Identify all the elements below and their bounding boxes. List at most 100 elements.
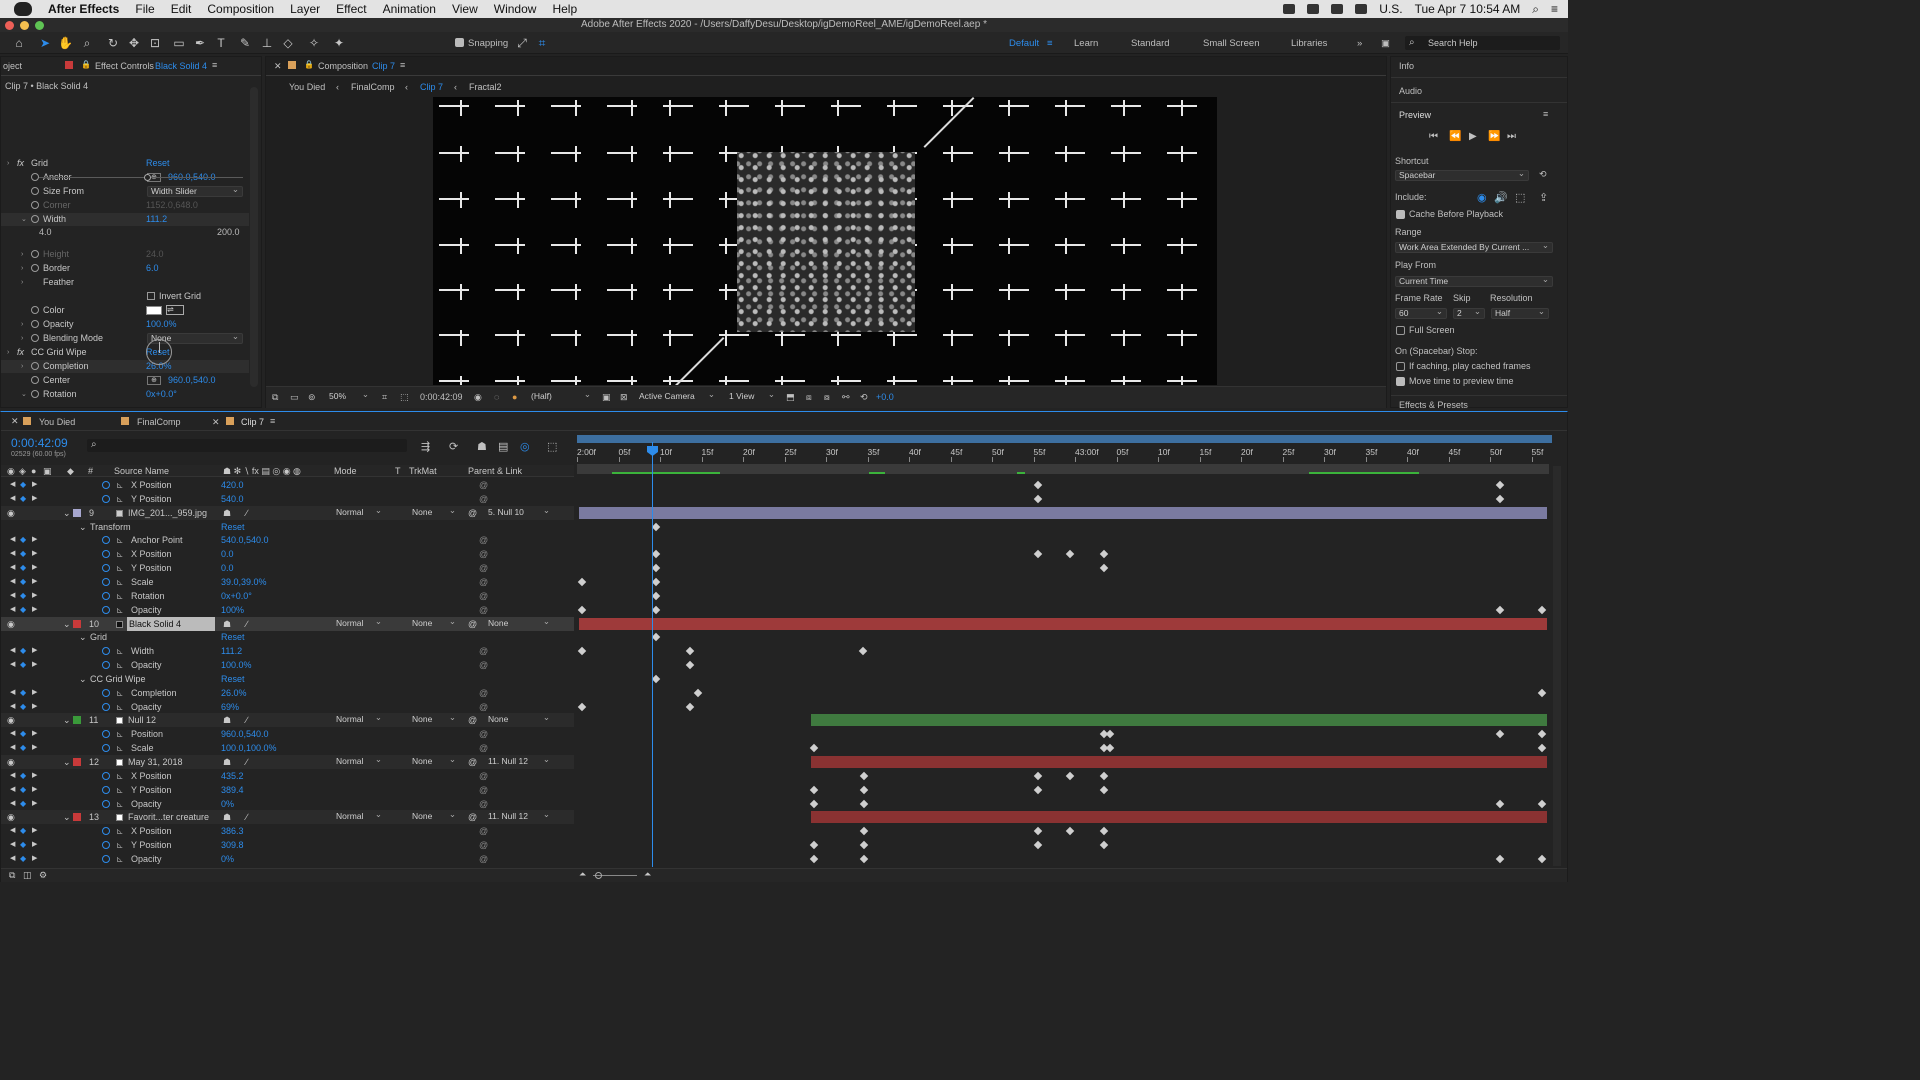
disclosure-triangle-icon[interactable]: › (7, 346, 9, 359)
eraser-tool-icon[interactable]: ◇ (281, 36, 295, 50)
label-color-swatch[interactable] (73, 508, 81, 517)
expression-pickwhip-icon[interactable]: @ (479, 700, 488, 714)
keyframe[interactable] (577, 702, 587, 711)
search-icon[interactable]: ⌕ (1532, 2, 1539, 17)
property-row[interactable]: ◀ ◆ ▶ ⊾ Scale 100.0,100.0% @ (1, 741, 574, 755)
keyframe-toggle-icon[interactable]: ◆ (20, 686, 26, 700)
disclosure-triangle-icon[interactable]: ⌄ (63, 617, 71, 631)
keyframe[interactable] (577, 577, 587, 587)
keyframe-toggle-icon[interactable]: ◆ (20, 824, 26, 838)
next-keyframe-icon[interactable]: ▶ (32, 561, 37, 575)
keyframe[interactable] (859, 799, 869, 808)
ec-value[interactable]: 100.0% (146, 318, 177, 331)
keyframe-toggle-icon[interactable]: ◆ (20, 797, 26, 811)
disclosure-triangle-icon[interactable]: ⌄ (21, 213, 27, 226)
keyframe[interactable] (809, 854, 819, 864)
prev-keyframe-icon[interactable]: ◀ (10, 824, 15, 838)
pen-tool-icon[interactable]: ✒ (193, 36, 207, 50)
search-help-field[interactable]: ⌕ Search Help (1405, 36, 1560, 50)
property-value[interactable]: 0.0 (221, 547, 234, 561)
graph-icon[interactable]: ⊾ (116, 852, 124, 866)
pickwhip-icon[interactable]: @ (468, 755, 477, 769)
property-value[interactable]: 309.8 (221, 838, 244, 852)
stopwatch-icon[interactable] (31, 320, 39, 328)
zoom-tool-icon[interactable]: ⌕ (80, 36, 94, 50)
app-menu[interactable]: After Effects (48, 2, 119, 16)
keyframe-toggle-icon[interactable]: ◆ (20, 603, 26, 617)
composition-tab-name[interactable]: Clip 7 (372, 61, 395, 71)
keyframe[interactable] (1495, 605, 1505, 614)
quality-switch-icon[interactable]: ∕ (246, 713, 248, 727)
zoom-in-icon[interactable]: ⏶ (644, 869, 651, 880)
menu-edit[interactable]: Edit (171, 0, 192, 18)
layer-row[interactable]: ◉ ⌄ 10 Black Solid 4 ☗ ∕ Normal None @ None (1, 616, 574, 631)
prev-keyframe-icon[interactable]: ◀ (10, 492, 15, 506)
quality-switch-icon[interactable]: ∕ (246, 755, 248, 769)
wifi-icon[interactable] (1331, 4, 1344, 14)
keyframe[interactable] (809, 785, 819, 794)
if-caching-checkbox[interactable] (1396, 362, 1405, 371)
show-snapshot-icon[interactable]: ◌ (494, 392, 499, 402)
skip-select[interactable]: 2 (1453, 307, 1485, 319)
prev-keyframe-icon[interactable]: ◀ (10, 838, 15, 852)
disclosure-triangle-icon[interactable]: › (21, 276, 23, 289)
layer-switches-icon[interactable]: ⧉ (9, 870, 15, 881)
keyframe[interactable] (1537, 743, 1547, 753)
expression-pickwhip-icon[interactable]: @ (479, 783, 488, 797)
property-row[interactable]: ◀ ◆ ▶ ⊾ Position 960.0,540.0 @ (1, 727, 574, 741)
disclosure-triangle-icon[interactable]: ⌄ (79, 520, 87, 534)
effects-presets-tab[interactable]: Effects & Presets (1399, 400, 1468, 410)
graph-icon[interactable]: ⊾ (116, 547, 124, 561)
prev-keyframe-icon[interactable]: ◀ (10, 533, 15, 547)
layer-name[interactable]: Favorit...ter creature (128, 810, 209, 824)
disclosure-triangle-icon[interactable]: ⌄ (63, 810, 71, 824)
layer-duration-bar[interactable] (579, 617, 1547, 630)
menu-window[interactable]: Window (494, 0, 537, 18)
label-color-swatch[interactable] (73, 813, 81, 822)
expression-pickwhip-icon[interactable]: @ (479, 727, 488, 741)
shy-switch-icon[interactable]: ☗ (223, 617, 231, 631)
disclosure-triangle-icon[interactable]: › (21, 248, 23, 261)
expression-pickwhip-icon[interactable]: @ (479, 824, 488, 838)
shortcut-select[interactable]: Spacebar (1395, 169, 1529, 181)
next-keyframe-icon[interactable]: ▶ (32, 589, 37, 603)
always-preview-icon[interactable]: ⧉ (272, 392, 278, 403)
disclosure-triangle-icon[interactable]: › (21, 318, 23, 331)
stopwatch-icon[interactable] (102, 841, 110, 850)
keyframe[interactable] (1099, 550, 1109, 559)
expression-pickwhip-icon[interactable]: @ (479, 478, 488, 492)
layer-row[interactable]: ◉ ⌄ 13 Favorit...ter creature ☗ ∕ Normal None @1… (1, 810, 574, 825)
property-row[interactable]: ◀ ◆ ▶ ⊾ Completion 26.0% @ (1, 686, 574, 700)
transparency-icon[interactable]: ⬚ (400, 392, 409, 403)
next-keyframe-icon[interactable]: ▶ (32, 533, 37, 547)
close-tab-icon[interactable]: ✕ (11, 416, 19, 427)
next-keyframe-icon[interactable]: ▶ (32, 769, 37, 783)
next-keyframe-icon[interactable]: ▶ (32, 852, 37, 866)
ec-dropdown[interactable]: Width Slider (147, 185, 243, 197)
property-row[interactable]: ◀ ◆ ▶ ⊾ Anchor Point 540.0,540.0 @ (1, 533, 574, 547)
parent-select[interactable]: 5. Null 10 (485, 506, 553, 519)
stopwatch-icon[interactable] (31, 264, 39, 272)
label-color-swatch[interactable] (73, 758, 81, 766)
keyframe[interactable] (651, 522, 661, 531)
snap-edges-icon[interactable]: ⌗ (535, 36, 549, 50)
timeline-tab-finalcomp[interactable]: FinalComp (137, 417, 181, 427)
prev-keyframe-icon[interactable]: ◀ (10, 741, 15, 755)
trkmat-select[interactable]: None (409, 713, 459, 726)
keyframe[interactable] (1099, 771, 1109, 781)
property-group-row[interactable]: ⌄ CC Grid Wipe Reset (1, 672, 574, 686)
keyframe[interactable] (1537, 605, 1547, 614)
color-channel-icon[interactable]: ● (512, 392, 517, 402)
graph-icon[interactable]: ⊾ (116, 741, 124, 755)
shy-switch-icon[interactable]: ☗ (223, 713, 231, 727)
keyframe-toggle-icon[interactable]: ◆ (20, 852, 26, 866)
menu-effect[interactable]: Effect (336, 0, 366, 18)
property-value[interactable]: 0x+0.0° (221, 589, 252, 603)
info-tab[interactable]: Info (1399, 61, 1414, 71)
clone-stamp-icon[interactable]: ⊥ (260, 36, 274, 50)
graph-icon[interactable]: ⊾ (116, 838, 124, 852)
stopwatch-icon[interactable] (102, 661, 110, 670)
keyframe[interactable] (651, 563, 661, 573)
graph-icon[interactable]: ⊾ (116, 658, 124, 672)
ec-value[interactable]: 111.2 (146, 213, 167, 226)
